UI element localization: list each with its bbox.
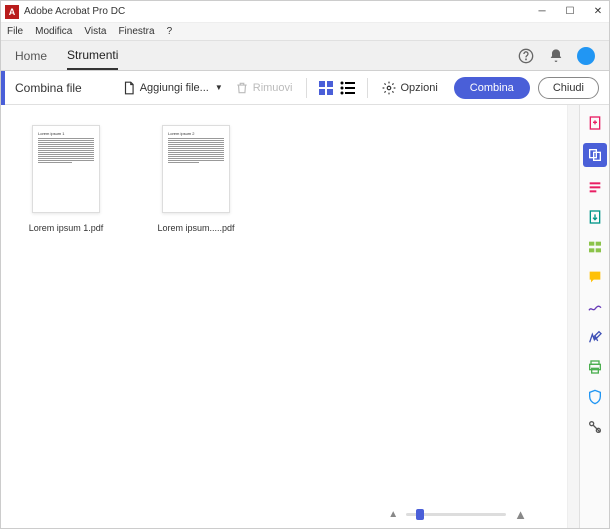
file-name: Lorem ipsum 1.pdf — [29, 223, 104, 233]
protect-icon[interactable] — [585, 387, 605, 407]
right-sidebar — [579, 105, 609, 528]
close-button[interactable]: ✕ — [591, 5, 605, 19]
menubar: File Modifica Vista Finestra ? — [1, 23, 609, 41]
menu-help[interactable]: ? — [167, 26, 173, 37]
list-view-icon[interactable] — [340, 80, 356, 96]
options-label: Opzioni — [400, 82, 437, 94]
navbar: Home Strumenti — [1, 41, 609, 71]
create-pdf-icon[interactable] — [585, 113, 605, 133]
sign-icon[interactable] — [585, 327, 605, 347]
thumb-title: Lorem ipsum 2 — [168, 131, 224, 136]
scrollbar[interactable] — [567, 105, 579, 528]
thumb-title: Lorem ipsum 1 — [38, 131, 94, 136]
divider — [367, 78, 368, 98]
file-thumbnail: Lorem ipsum 2 — [162, 125, 230, 213]
add-files-label: Aggiungi file... — [140, 82, 209, 94]
menu-finestra[interactable]: Finestra — [118, 26, 154, 37]
fill-sign-icon[interactable] — [585, 297, 605, 317]
minimize-button[interactable]: ─ — [535, 5, 549, 19]
gear-icon — [382, 81, 396, 95]
grid-view-icon[interactable] — [318, 80, 334, 96]
nav-home[interactable]: Home — [15, 43, 47, 69]
file-thumbnail: Lorem ipsum 1 — [32, 125, 100, 213]
print-icon[interactable] — [585, 357, 605, 377]
toolbar-title: Combina file — [15, 81, 82, 95]
menu-file[interactable]: File — [7, 26, 23, 37]
bell-icon[interactable] — [547, 47, 565, 65]
trash-icon — [235, 81, 249, 95]
menu-modifica[interactable]: Modifica — [35, 26, 72, 37]
export-pdf-icon[interactable] — [585, 207, 605, 227]
options-button[interactable]: Opzioni — [376, 77, 443, 99]
app-window: A Adobe Acrobat Pro DC ─ ☐ ✕ File Modifi… — [0, 0, 610, 529]
file-item[interactable]: Lorem ipsum 1 Lorem ipsum 1.pdf — [21, 125, 111, 233]
file-name: Lorem ipsum.....pdf — [157, 223, 234, 233]
app-icon: A — [5, 5, 19, 19]
remove-label: Rimuovi — [253, 82, 293, 94]
toolbar-accent — [1, 71, 5, 105]
window-title: Adobe Acrobat Pro DC — [24, 6, 535, 17]
menu-vista[interactable]: Vista — [84, 26, 106, 37]
close-panel-button[interactable]: Chiudi — [538, 77, 599, 99]
file-item[interactable]: Lorem ipsum 2 Lorem ipsum.....pdf — [151, 125, 241, 233]
chevron-down-icon: ▼ — [215, 83, 223, 92]
help-icon[interactable] — [517, 47, 535, 65]
edit-pdf-icon[interactable] — [585, 177, 605, 197]
zoom-in-icon[interactable]: ▲ — [514, 507, 527, 522]
file-grid[interactable]: Lorem ipsum 1 Lorem ipsum 1.pdf Lorem ip… — [1, 105, 567, 528]
main-area: Lorem ipsum 1 Lorem ipsum 1.pdf Lorem ip… — [1, 105, 609, 528]
divider — [306, 78, 307, 98]
document-icon — [122, 81, 136, 95]
more-tools-icon[interactable] — [585, 417, 605, 437]
nav-strumenti[interactable]: Strumenti — [67, 42, 118, 70]
window-controls: ─ ☐ ✕ — [535, 5, 605, 19]
add-files-button[interactable]: Aggiungi file... ▼ — [116, 77, 229, 99]
avatar[interactable] — [577, 47, 595, 65]
zoom-handle[interactable] — [416, 509, 424, 520]
combine-files-icon[interactable] — [583, 143, 607, 167]
toolbar: Combina file Aggiungi file... ▼ Rimuovi … — [1, 71, 609, 105]
combine-button[interactable]: Combina — [454, 77, 530, 99]
titlebar: A Adobe Acrobat Pro DC ─ ☐ ✕ — [1, 1, 609, 23]
comment-icon[interactable] — [585, 267, 605, 287]
organize-icon[interactable] — [585, 237, 605, 257]
zoom-out-icon[interactable]: ▲ — [388, 509, 398, 520]
maximize-button[interactable]: ☐ — [563, 5, 577, 19]
zoom-slider[interactable] — [406, 513, 506, 516]
remove-button[interactable]: Rimuovi — [229, 77, 299, 99]
zoom-bar: ▲ ▲ — [388, 507, 527, 522]
